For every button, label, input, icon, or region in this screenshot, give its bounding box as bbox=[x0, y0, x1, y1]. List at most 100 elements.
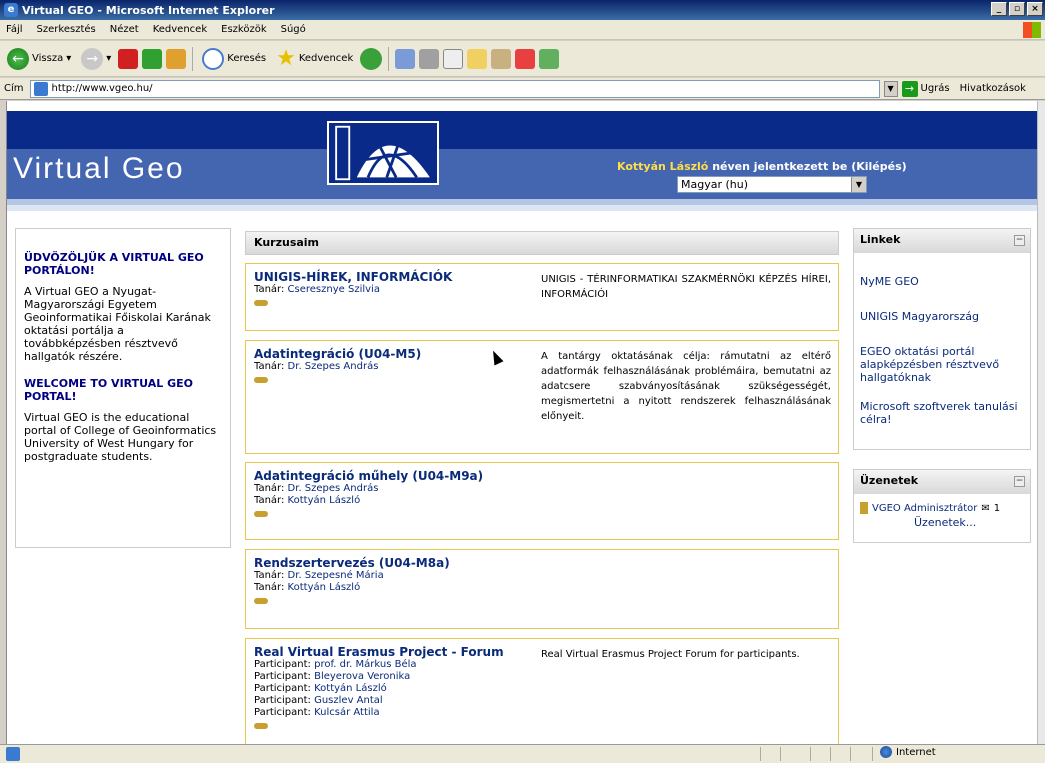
globe-icon bbox=[880, 746, 892, 758]
maximize-button[interactable]: ▫ bbox=[1009, 2, 1025, 16]
menu-favorites[interactable]: Kedvencek bbox=[153, 24, 207, 35]
windows-logo-icon bbox=[1023, 22, 1041, 38]
forward-button[interactable]: → ▾ bbox=[78, 45, 114, 73]
participant-link[interactable]: prof. dr. Márkus Béla bbox=[314, 659, 416, 670]
search-icon bbox=[202, 47, 225, 70]
folder-icon[interactable] bbox=[467, 48, 488, 69]
messages-more-link[interactable]: Üzenetek... bbox=[854, 514, 1030, 529]
message-sender[interactable]: VGEO Adminisztrátor bbox=[872, 503, 977, 514]
site-title: Virtual Geo bbox=[13, 152, 185, 185]
user-link[interactable]: Kottyán László bbox=[617, 160, 708, 173]
course-participant: Participant: Kulcsár Attila bbox=[254, 707, 380, 718]
links-toolbar[interactable]: Hivatkozások bbox=[960, 83, 1026, 94]
messenger-icon[interactable] bbox=[539, 48, 560, 69]
status-divider bbox=[872, 747, 873, 761]
link-microsoft[interactable]: Microsoft szoftverek tanulási célra! bbox=[854, 400, 1030, 426]
course-teacher: Tanár: Kottyán László bbox=[254, 582, 361, 593]
vertical-scrollbar[interactable] bbox=[1037, 101, 1045, 744]
go-label: Ugrás bbox=[920, 83, 950, 94]
chevron-down-icon[interactable]: ▾ bbox=[66, 53, 71, 64]
messages-header-label: Üzenetek bbox=[860, 474, 919, 487]
link-nyme-geo[interactable]: NyME GEO bbox=[854, 275, 1030, 288]
status-divider bbox=[810, 747, 811, 761]
banner-stripe bbox=[7, 205, 1037, 211]
menu-edit[interactable]: Szerkesztés bbox=[37, 24, 96, 35]
address-dropdown-button[interactable]: ▼ bbox=[883, 80, 898, 97]
minimize-button[interactable]: _ bbox=[991, 2, 1007, 16]
go-button[interactable]: → Ugrás bbox=[901, 80, 950, 97]
search-button[interactable]: Keresés bbox=[199, 45, 269, 73]
toolbar-separator bbox=[388, 46, 390, 71]
key-icon bbox=[254, 511, 268, 517]
link-unigis[interactable]: UNIGIS Magyarország bbox=[854, 310, 1030, 323]
course-summary: A tantárgy oktatásának célja: rámutatni … bbox=[541, 351, 831, 422]
course-participant: Participant: Guszlev Antal bbox=[254, 695, 383, 706]
teacher-link[interactable]: Dr. Szepes András bbox=[288, 483, 379, 494]
ebay-icon[interactable] bbox=[515, 48, 536, 69]
teacher-link[interactable]: Dr. Szepes András bbox=[288, 361, 379, 372]
course-title[interactable]: Adatintegráció műhely (U04-M9a) bbox=[254, 469, 830, 483]
chevron-down-icon[interactable]: ▼ bbox=[851, 177, 866, 192]
edit-icon[interactable] bbox=[443, 48, 464, 69]
refresh-icon[interactable] bbox=[142, 48, 163, 69]
teacher-link[interactable]: Cseresznye Szilvia bbox=[288, 284, 380, 295]
links-block: Linkek − NyME GEO UNIGIS Magyarország EG… bbox=[853, 228, 1031, 450]
course-teacher: Tanár: Dr. Szepesné Mária bbox=[254, 570, 384, 581]
research-icon[interactable] bbox=[491, 48, 512, 69]
page-status-icon bbox=[6, 747, 20, 761]
address-url: http://www.vgeo.hu/ bbox=[51, 83, 153, 94]
menu-view[interactable]: Nézet bbox=[110, 24, 139, 35]
link-egeo[interactable]: EGEO oktatási portál alapképzésben részt… bbox=[854, 345, 1030, 384]
course-summary: UNIGIS - TÉRINFORMATIKAI SZAKMÉRNÖKI KÉP… bbox=[541, 274, 831, 300]
collapse-icon[interactable]: − bbox=[1014, 476, 1025, 487]
course-teacher: Tanár: Kottyán László bbox=[254, 495, 361, 506]
close-button[interactable]: × bbox=[1027, 2, 1043, 16]
address-input[interactable]: http://www.vgeo.hu/ bbox=[29, 79, 880, 98]
menu-help[interactable]: Súgó bbox=[281, 24, 306, 35]
login-text: néven jelentkezett be ( bbox=[708, 160, 857, 173]
menu-file[interactable]: Fájl bbox=[6, 24, 23, 35]
teacher-link[interactable]: Kottyán László bbox=[288, 495, 361, 506]
participant-link[interactable]: Guszlev Antal bbox=[314, 695, 383, 706]
course-title[interactable]: Rendszertervezés (U04-M8a) bbox=[254, 556, 830, 570]
key-icon bbox=[254, 300, 268, 306]
back-label: Vissza bbox=[32, 53, 64, 64]
search-label: Keresés bbox=[227, 53, 267, 64]
window-title: Virtual GEO - Microsoft Internet Explore… bbox=[22, 3, 275, 17]
welcome-heading-hu: ÜDVÖZÖLJÜK A VIRTUAL GEO PORTÁLON! bbox=[24, 251, 204, 277]
welcome-text-en: Virtual GEO is the educational portal of… bbox=[24, 411, 217, 463]
favorites-button[interactable]: ★ Kedvencek bbox=[273, 45, 356, 73]
collapse-icon[interactable]: − bbox=[1014, 235, 1025, 246]
user-icon bbox=[860, 502, 868, 514]
language-select[interactable]: Magyar (hu) ▼ bbox=[677, 176, 867, 193]
course-participant: Participant: Bleyerova Veronika bbox=[254, 671, 411, 682]
participant-link[interactable]: Bleyerova Veronika bbox=[314, 671, 410, 682]
course-teacher: Tanár: Dr. Szepes András bbox=[254, 483, 379, 494]
teacher-link[interactable]: Dr. Szepesné Mária bbox=[288, 570, 384, 581]
status-divider bbox=[760, 747, 761, 761]
messages-header: Üzenetek − bbox=[854, 470, 1030, 494]
welcome-heading-en: WELCOME TO VIRTUAL GEO PORTAL! bbox=[24, 377, 193, 403]
media-icon[interactable] bbox=[360, 47, 383, 70]
home-icon[interactable] bbox=[166, 48, 187, 69]
login-close: ) bbox=[901, 160, 907, 173]
print-icon[interactable] bbox=[419, 48, 440, 69]
chevron-down-icon[interactable]: ▾ bbox=[106, 53, 111, 64]
toolbar-separator bbox=[192, 46, 194, 71]
back-button[interactable]: ← Vissza ▾ bbox=[4, 45, 74, 73]
courses-header: Kurzusaim bbox=[245, 231, 839, 255]
teacher-link[interactable]: Kottyán László bbox=[288, 582, 361, 593]
page-icon bbox=[33, 81, 48, 96]
address-label: Cím bbox=[4, 83, 24, 94]
key-icon bbox=[254, 723, 268, 729]
menu-tools[interactable]: Eszközök bbox=[221, 24, 267, 35]
participant-link[interactable]: Kulcsár Attila bbox=[314, 707, 380, 718]
banner-top bbox=[7, 111, 1037, 149]
logout-link[interactable]: Kilépés bbox=[856, 160, 901, 173]
mail-icon[interactable] bbox=[395, 48, 416, 69]
security-zone: Internet bbox=[880, 746, 936, 758]
status-divider bbox=[830, 747, 831, 761]
stop-icon[interactable] bbox=[118, 48, 139, 69]
page-content: Virtual Geo Kottyán László néven jelentk… bbox=[6, 101, 1037, 744]
participant-link[interactable]: Kottyán László bbox=[314, 683, 387, 694]
